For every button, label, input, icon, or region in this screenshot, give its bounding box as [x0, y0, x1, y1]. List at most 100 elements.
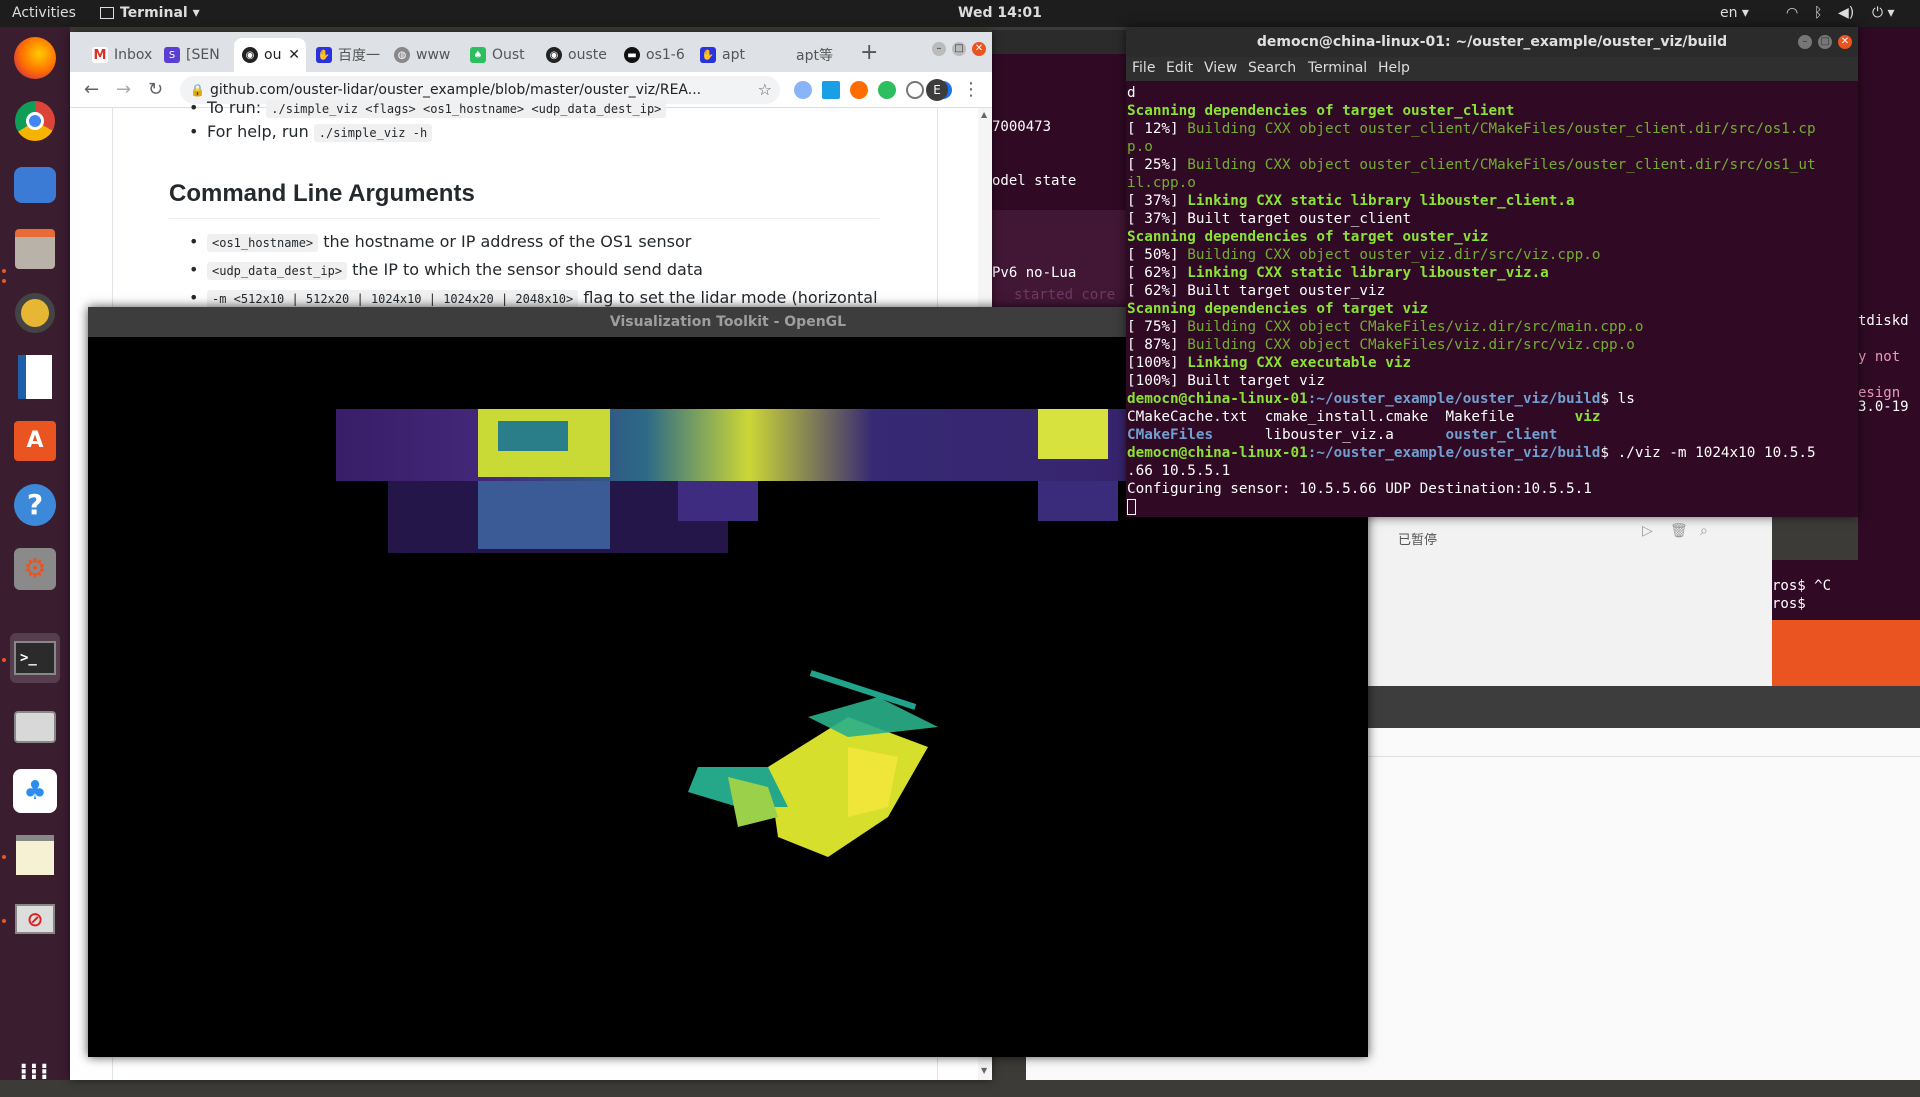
arg-item: -m <512x10 | 512x20 | 1024x10 | 1024x20 … — [189, 288, 878, 308]
menu-search[interactable]: Search — [1248, 60, 1296, 76]
app-grid-icon[interactable]: ⁝⁝⁝ — [10, 1047, 60, 1097]
background-right-window[interactable]: tdiskd y not esign 3.0-19 — [1858, 27, 1920, 647]
progress-percent: [100%] — [1127, 373, 1188, 389]
tab-apt[interactable]: ✋ apt — [692, 38, 766, 72]
evernote-icon[interactable] — [878, 81, 896, 99]
baidu-netdisk-icon[interactable]: ♣ — [10, 766, 60, 816]
progress-percent: [ 25%] — [1127, 157, 1188, 173]
tab-sen[interactable]: S [SEN — [156, 38, 234, 72]
chrome-icon[interactable] — [10, 96, 60, 146]
terminal-line — [1127, 498, 1858, 516]
power-icon[interactable]: ⏻ ▾ — [1872, 5, 1895, 21]
bookmark-star-icon[interactable]: ☆ — [758, 76, 772, 104]
menu-file[interactable]: File — [1132, 60, 1155, 76]
file-entry: viz — [1574, 409, 1601, 425]
software-icon[interactable]: A — [10, 416, 60, 466]
extension-icon[interactable] — [850, 81, 868, 99]
bluetooth-icon[interactable]: ᛒ — [1814, 5, 1822, 21]
files-icon[interactable] — [10, 224, 60, 274]
tab-baidu[interactable]: ✋ 百度一 — [308, 38, 386, 72]
terminal-line: p.o — [1127, 138, 1858, 156]
trash-icon[interactable]: 🗑 — [1670, 523, 1688, 539]
tab-label: Inbox — [114, 47, 153, 63]
background-terminal-window[interactable]: 7000473 odel state Pv6 no-Lua started co… — [992, 30, 1126, 330]
tab-oust[interactable]: ♠ Oust — [462, 38, 538, 72]
tab-label: [SEN — [186, 47, 220, 63]
app-menu[interactable]: Terminal ▾ — [100, 5, 200, 21]
background-app-window[interactable]: 已暂停 ▷ 🗑 ⌕ — [1368, 517, 1772, 686]
filter-icon[interactable] — [822, 81, 840, 99]
dir-entry: ouster_client — [1445, 427, 1558, 443]
close-tab-icon[interactable]: ✕ — [288, 47, 300, 63]
settings-icon[interactable]: ⚙ — [10, 544, 60, 594]
wifi-icon[interactable]: ◠ — [1786, 5, 1798, 21]
menu-edit[interactable]: Edit — [1166, 60, 1193, 76]
menu-terminal[interactable]: Terminal — [1308, 60, 1367, 76]
maximize-button[interactable]: □ — [952, 42, 966, 56]
github-icon: ◉ — [546, 47, 562, 63]
text-editor-icon[interactable] — [10, 830, 60, 880]
tab-github-active[interactable]: ◉ ou ✕ — [234, 38, 306, 72]
language-indicator[interactable]: en ▾ — [1720, 5, 1749, 21]
minimize-button[interactable]: – — [1798, 35, 1812, 49]
tab-os1[interactable]: ▬ os1-6 — [616, 38, 692, 72]
terminal-line: Scanning dependencies of target ouster_v… — [1127, 228, 1858, 246]
tab-label: apt等 — [796, 48, 833, 64]
help-instruction: For help, run ./simple_viz -h — [189, 122, 433, 142]
clock[interactable]: Wed 14:01 — [958, 5, 1042, 21]
tab-www[interactable]: ◍ www — [386, 38, 462, 72]
forward-icon[interactable]: → — [116, 79, 131, 100]
program-output: Configuring sensor: 10.5.5.66 UDP Destin… — [1127, 481, 1592, 497]
profile-avatar[interactable]: E — [926, 79, 948, 101]
tab-label: 百度一 — [338, 48, 380, 64]
tab-label: ou — [264, 47, 282, 63]
terminal-line: democn@china-linux-01:~/ouster_example/o… — [1127, 444, 1858, 462]
scroll-up-arrow[interactable]: ▲ — [981, 110, 987, 119]
screenshot-icon[interactable] — [10, 702, 60, 752]
rhythmbox-icon[interactable] — [10, 288, 60, 338]
running-indicator — [2, 279, 6, 283]
terminal-output[interactable]: d Scanning dependencies of target ouster_… — [1126, 84, 1858, 516]
arg-text: the hostname or IP address of the OS1 se… — [323, 232, 692, 251]
new-tab-button[interactable]: + — [860, 40, 878, 65]
maximize-button[interactable]: □ — [1818, 35, 1832, 49]
terminal-icon[interactable]: >_ — [10, 633, 60, 683]
close-window-button[interactable]: ✕ — [972, 42, 986, 56]
menu-view[interactable]: View — [1204, 60, 1237, 76]
thunderbird-icon[interactable] — [10, 160, 60, 210]
github-icon: ◉ — [242, 47, 258, 63]
tab-apt2[interactable]: apt等 — [766, 38, 842, 72]
reload-icon[interactable]: ↻ — [148, 79, 163, 100]
writer-icon[interactable] — [10, 352, 60, 402]
blocked-icon[interactable]: ⊘ — [10, 894, 60, 944]
close-window-button[interactable]: ✕ — [1838, 35, 1852, 49]
file-entry: cmake_install.cmake — [1264, 409, 1446, 425]
progress-percent: [ 37%] — [1127, 193, 1188, 209]
play-icon[interactable]: ▷ — [1642, 523, 1653, 539]
volume-icon[interactable]: ◀) — [1838, 5, 1854, 21]
firefox-icon[interactable] — [10, 33, 60, 83]
gmail-icon: M — [92, 47, 108, 63]
activities-button[interactable]: Activities — [12, 5, 76, 21]
build-message: Built target viz — [1187, 373, 1325, 389]
minimize-button[interactable]: – — [932, 42, 946, 56]
terminal-line: [ 50%] Building CXX object ouster_viz.di… — [1127, 246, 1858, 264]
help-icon[interactable]: ? — [10, 480, 60, 530]
command: .66 10.5.5.1 — [1127, 463, 1231, 479]
back-icon[interactable]: ← — [84, 79, 99, 100]
menu-kebab-icon[interactable]: ⋮ — [962, 79, 980, 100]
menu-help[interactable]: Help — [1378, 60, 1410, 76]
scroll-down-arrow[interactable]: ▼ — [981, 1066, 987, 1075]
extension-icon[interactable] — [794, 81, 812, 99]
terminal-window[interactable]: democn@china-linux-01: ~/ouster_example/… — [1126, 27, 1858, 517]
extension-icon[interactable] — [906, 81, 924, 99]
progress-percent: [ 62%] — [1127, 283, 1188, 299]
tab-inbox[interactable]: M Inbox — [84, 38, 154, 72]
file-entry: libouster_viz.a — [1264, 427, 1446, 443]
search-icon[interactable]: ⌕ — [1700, 523, 1708, 539]
prompt-path: :~/ouster_example/ouster_viz/build — [1307, 445, 1601, 461]
running-indicator — [2, 855, 6, 859]
url-text: github.com/ouster-lidar/ouster_example/b… — [210, 82, 702, 98]
tab-ouster[interactable]: ◉ ouste — [538, 38, 616, 72]
background-prompt-window[interactable]: ros$ ^C ros$ — [1772, 560, 1920, 620]
